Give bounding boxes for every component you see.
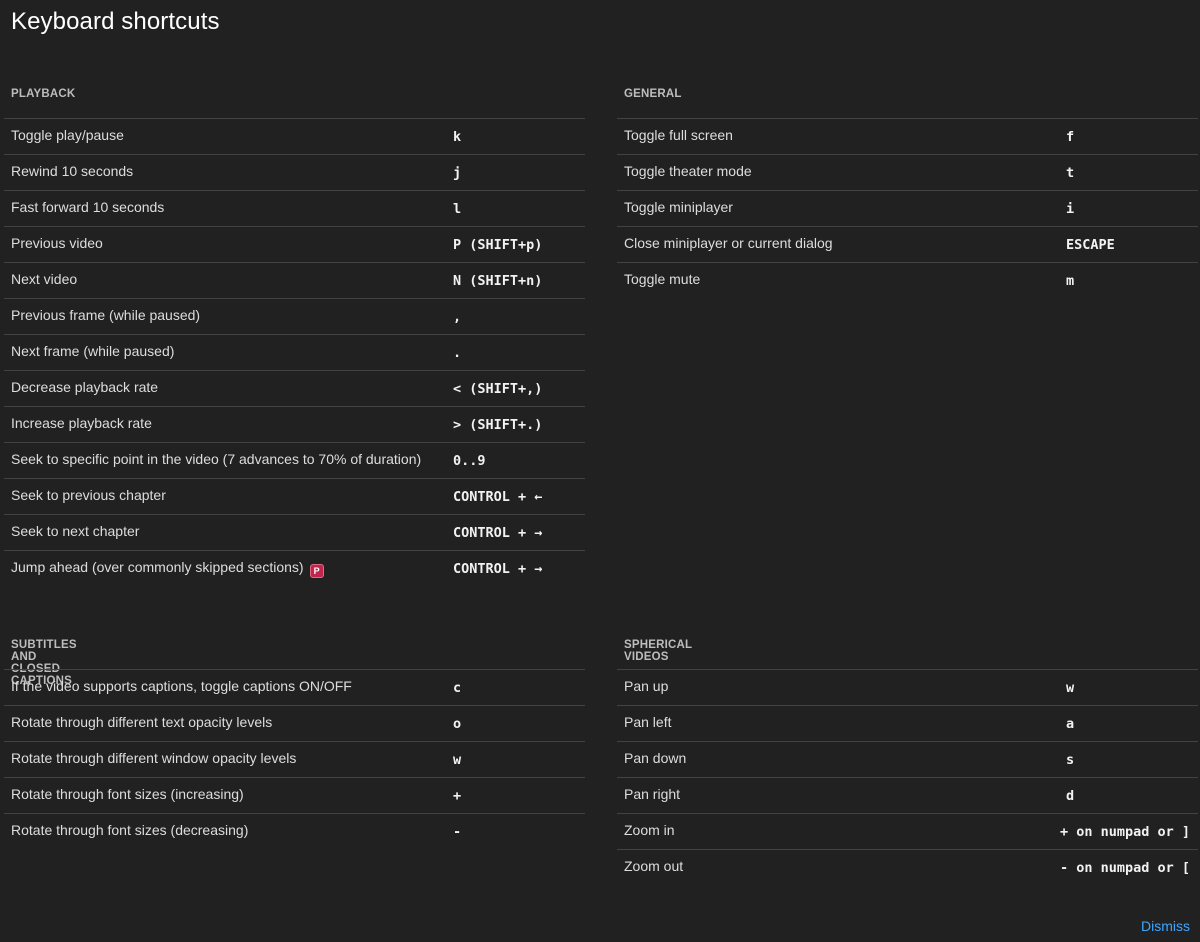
shortcut-row: Seek to specific point in the video (7 a…	[4, 442, 585, 478]
shortcut-key: 0..9	[453, 453, 486, 469]
shortcut-key: s	[1066, 752, 1075, 768]
shortcut-key: k	[453, 129, 462, 145]
shortcut-description: Toggle theater mode	[624, 163, 752, 179]
shortcut-description: Fast forward 10 seconds	[11, 199, 165, 215]
shortcut-description: Pan down	[624, 750, 687, 766]
shortcut-description: Previous frame (while paused)	[11, 307, 201, 323]
shortcut-description: Increase playback rate	[11, 415, 152, 431]
shortcut-description: Seek to next chapter	[11, 523, 140, 539]
shortcut-list-general: Toggle full screen f Toggle theater mode…	[617, 118, 1198, 298]
shortcut-row: Rewind 10 seconds j	[4, 154, 585, 190]
shortcut-description-text: Jump ahead (over commonly skipped sectio…	[11, 559, 304, 575]
shortcut-description: Pan left	[624, 714, 672, 730]
shortcut-row: Decrease playback rate < (SHIFT+,)	[4, 370, 585, 406]
section-header-general: GENERAL	[624, 88, 682, 100]
shortcut-key: w	[453, 752, 462, 768]
shortcut-description: Decrease playback rate	[11, 379, 159, 395]
shortcut-description: Rotate through font sizes (increasing)	[11, 786, 244, 802]
shortcut-key: > (SHIFT+.)	[453, 417, 543, 433]
shortcut-description: Zoom out	[624, 858, 684, 874]
premium-badge-icon: P	[309, 564, 324, 578]
shortcut-row: Jump ahead (over commonly skipped sectio…	[4, 550, 585, 586]
shortcut-row: Increase playback rate > (SHIFT+.)	[4, 406, 585, 442]
shortcut-key: +	[453, 788, 462, 804]
shortcut-row: Previous frame (while paused) ,	[4, 298, 585, 334]
shortcut-row: Rotate through different window opacity …	[4, 741, 585, 777]
shortcut-key: CONTROL + ←	[453, 489, 543, 505]
shortcut-description: Pan up	[624, 678, 669, 694]
shortcut-row: Pan right d	[617, 777, 1198, 813]
shortcut-row: Next video N (SHIFT+n)	[4, 262, 585, 298]
shortcut-list-playback: Toggle play/pause k Rewind 10 seconds j …	[4, 118, 585, 586]
shortcut-key: < (SHIFT+,)	[453, 381, 543, 397]
shortcut-key: d	[1066, 788, 1075, 804]
shortcut-key: c	[453, 680, 462, 696]
shortcut-description: Next video	[11, 271, 78, 287]
shortcut-description: Rotate through font sizes (decreasing)	[11, 822, 249, 838]
shortcut-key: P (SHIFT+p)	[453, 237, 543, 253]
shortcut-key: N (SHIFT+n)	[453, 273, 543, 289]
shortcut-row: Toggle play/pause k	[4, 118, 585, 154]
shortcut-row: Fast forward 10 seconds l	[4, 190, 585, 226]
shortcut-row: Zoom in + on numpad or ]	[617, 813, 1198, 849]
shortcut-description: Close miniplayer or current dialog	[624, 235, 833, 251]
shortcut-row: Zoom out - on numpad or [	[617, 849, 1198, 885]
shortcut-key: j	[453, 165, 462, 181]
section-header-playback: PLAYBACK	[11, 88, 76, 100]
shortcut-description: Toggle full screen	[624, 127, 733, 143]
shortcut-key: ESCAPE	[1066, 237, 1115, 253]
shortcut-description: Seek to previous chapter	[11, 487, 166, 503]
shortcut-row: Toggle miniplayer i	[617, 190, 1198, 226]
shortcut-row: Next frame (while paused) .	[4, 334, 585, 370]
shortcut-row: Seek to previous chapter CONTROL + ←	[4, 478, 585, 514]
shortcut-description: Rotate through different text opacity le…	[11, 714, 273, 730]
shortcut-row: Seek to next chapter CONTROL + →	[4, 514, 585, 550]
shortcut-list-captions: If the video supports captions, toggle c…	[4, 669, 585, 849]
shortcut-key: ,	[453, 309, 462, 325]
shortcut-row: Pan left a	[617, 705, 1198, 741]
shortcut-row: Pan up w	[617, 669, 1198, 705]
shortcut-description: Zoom in	[624, 822, 675, 838]
shortcut-key: CONTROL + →	[453, 525, 543, 541]
shortcut-key: i	[1066, 201, 1075, 217]
shortcut-row: If the video supports captions, toggle c…	[4, 669, 585, 705]
shortcut-row: Close miniplayer or current dialog ESCAP…	[617, 226, 1198, 262]
shortcut-row: Toggle full screen f	[617, 118, 1198, 154]
shortcut-description: Toggle mute	[624, 271, 701, 287]
shortcut-description: Toggle play/pause	[11, 127, 124, 143]
shortcut-description: Previous video	[11, 235, 103, 251]
shortcut-row: Rotate through font sizes (decreasing) -	[4, 813, 585, 849]
shortcut-row: Toggle theater mode t	[617, 154, 1198, 190]
section-header-spherical: SPHERICAL VIDEOS	[624, 639, 693, 663]
shortcut-key: + on numpad or ]	[1060, 824, 1191, 840]
shortcut-key: w	[1066, 680, 1075, 696]
shortcut-description: Toggle miniplayer	[624, 199, 733, 215]
shortcut-key: - on numpad or [	[1060, 860, 1191, 876]
shortcut-key: .	[453, 345, 462, 361]
shortcut-key: o	[453, 716, 462, 732]
shortcut-row: Rotate through font sizes (increasing) +	[4, 777, 585, 813]
shortcut-key: f	[1066, 129, 1075, 145]
shortcut-row: Rotate through different text opacity le…	[4, 705, 585, 741]
shortcut-description: Pan right	[624, 786, 681, 802]
shortcut-key: m	[1066, 273, 1075, 289]
shortcut-description: Rotate through different window opacity …	[11, 750, 297, 766]
shortcut-key: a	[1066, 716, 1075, 732]
shortcut-key: CONTROL + →	[453, 561, 543, 577]
dialog-title: Keyboard shortcuts	[11, 8, 220, 35]
shortcut-description-with-badge: Jump ahead (over commonly skipped sectio…	[11, 559, 324, 578]
shortcut-key: t	[1066, 165, 1075, 181]
shortcut-list-spherical: Pan up w Pan left a Pan down s Pan right…	[617, 669, 1198, 885]
shortcut-description: Next frame (while paused)	[11, 343, 175, 359]
shortcut-row: Previous video P (SHIFT+p)	[4, 226, 585, 262]
shortcut-key: l	[453, 201, 462, 217]
shortcut-key: -	[453, 824, 462, 840]
shortcut-description: Rewind 10 seconds	[11, 163, 134, 179]
shortcut-description: Seek to specific point in the video (7 a…	[11, 451, 422, 467]
dismiss-button[interactable]: Dismiss	[1141, 918, 1190, 934]
shortcut-row: Toggle mute m	[617, 262, 1198, 298]
shortcut-row: Pan down s	[617, 741, 1198, 777]
shortcut-description: If the video supports captions, toggle c…	[11, 678, 352, 694]
